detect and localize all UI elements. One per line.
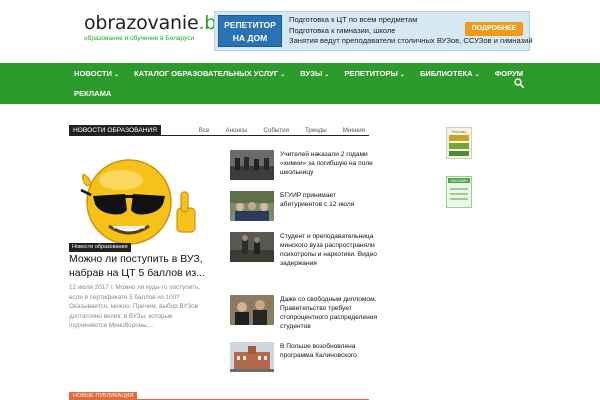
article-thumbnail[interactable] (230, 232, 274, 262)
nav-item-forum[interactable]: ФОРУМ (495, 69, 523, 78)
chevron-down-icon: ⌄ (280, 71, 286, 78)
featured-excerpt: 12 июля 2017 г. Можно ли куда-то поступи… (69, 284, 201, 329)
news-block-tabs: Все Анонсы События Тренды Мнения (183, 125, 365, 136)
nav-item-universities[interactable]: ВУЗЫ ⌄ (300, 69, 329, 78)
article-title[interactable]: Студент и преподавательница минского вуз… (280, 232, 380, 268)
banner-details-button[interactable]: ПОДРОБНЕЕ (465, 22, 523, 36)
chevron-down-icon: ⌄ (474, 71, 480, 78)
sidebar-ad-label: Реклама (452, 130, 466, 134)
list-item[interactable]: Даже со свободным дипломом. Правительств… (230, 295, 380, 331)
list-item[interactable]: Студент и преподавательница минского вуз… (230, 232, 380, 268)
tab-opinions[interactable]: Мнения (343, 125, 365, 136)
sidebar-ad[interactable]: Реклама (446, 127, 472, 159)
main-nav: НОВОСТИ ⌄ КАТАЛОГ ОБРАЗОВАТЕЛЬНЫХ УСЛУГ ⌄ … (0, 63, 600, 104)
chevron-down-icon: ⌄ (399, 71, 405, 78)
header-banner-ad[interactable]: РЕПЕТИТОР НА ДОМ Подготовка к ЦТ по всем… (214, 11, 533, 51)
nav-item-news[interactable]: НОВОСТИ ⌄ (74, 69, 119, 78)
search-icon[interactable] (514, 78, 524, 88)
news-block-title: НОВОСТИ ОБРАЗОВАНИЯ (69, 125, 161, 136)
list-item[interactable]: В Польше возобновлена программа Калиновс… (230, 342, 380, 378)
featured-title[interactable]: Можно ли поступить в ВУЗ, набрав на ЦТ 5… (69, 253, 214, 280)
chevron-down-icon: ⌄ (324, 71, 330, 78)
nav-item-catalog[interactable]: КАТАЛОГ ОБРАЗОВАТЕЛЬНЫХ УСЛУГ ⌄ (134, 69, 285, 78)
tab-announcements[interactable]: Анонсы (225, 125, 247, 136)
article-title[interactable]: БГУИР принимает абитуриентов с 12 июля (280, 191, 380, 209)
article-thumbnail[interactable] (230, 295, 274, 325)
article-thumbnail[interactable] (230, 150, 274, 180)
logo-title: obrazovanie.by (84, 12, 228, 34)
logo-subtitle: образование и обучение в Беларуси (84, 35, 195, 42)
tab-trends[interactable]: Тренды (305, 125, 327, 136)
news-block-header: НОВОСТИ ОБРАЗОВАНИЯ Все Анонсы События Т… (69, 125, 369, 136)
list-item[interactable]: БГУИР принимает абитуриентов с 12 июля (230, 191, 380, 227)
banner-badge: РЕПЕТИТОР НА ДОМ (218, 15, 282, 47)
featured-category-badge[interactable]: Новости образования (69, 243, 131, 252)
nav-item-advertising[interactable]: РЕКЛАМА (74, 89, 111, 98)
list-item[interactable]: Учителей наказали 2 годами «химии» за по… (230, 150, 380, 186)
tab-events[interactable]: События (263, 125, 289, 136)
sidebar-ad-label: ЭКОЛАЙН (450, 179, 468, 183)
article-title[interactable]: Учителей наказали 2 годами «химии» за по… (280, 150, 380, 177)
tab-all[interactable]: Все (199, 125, 210, 136)
featured-image[interactable] (69, 150, 207, 254)
nav-row-2: РЕКЛАМА (74, 83, 126, 103)
site-logo[interactable]: obrazovanie.by образование и обучение в … (84, 12, 228, 42)
nav-row-1: НОВОСТИ ⌄ КАТАЛОГ ОБРАЗОВАТЕЛЬНЫХ УСЛУГ ⌄ … (74, 63, 538, 83)
nav-item-tutors[interactable]: РЕПЕТИТОРЫ ⌄ (344, 69, 405, 78)
nav-item-library[interactable]: БИБЛИОТЕКА ⌄ (420, 69, 480, 78)
chevron-down-icon: ⌄ (113, 71, 120, 78)
article-thumbnail[interactable] (230, 191, 274, 221)
sidebar-ad[interactable]: ЭКОЛАЙН (446, 176, 472, 208)
article-title[interactable]: В Польше возобновлена программа Калиновс… (280, 342, 380, 360)
article-thumbnail[interactable] (230, 342, 274, 372)
article-title[interactable]: Даже со свободным дипломом. Правительств… (280, 295, 380, 331)
